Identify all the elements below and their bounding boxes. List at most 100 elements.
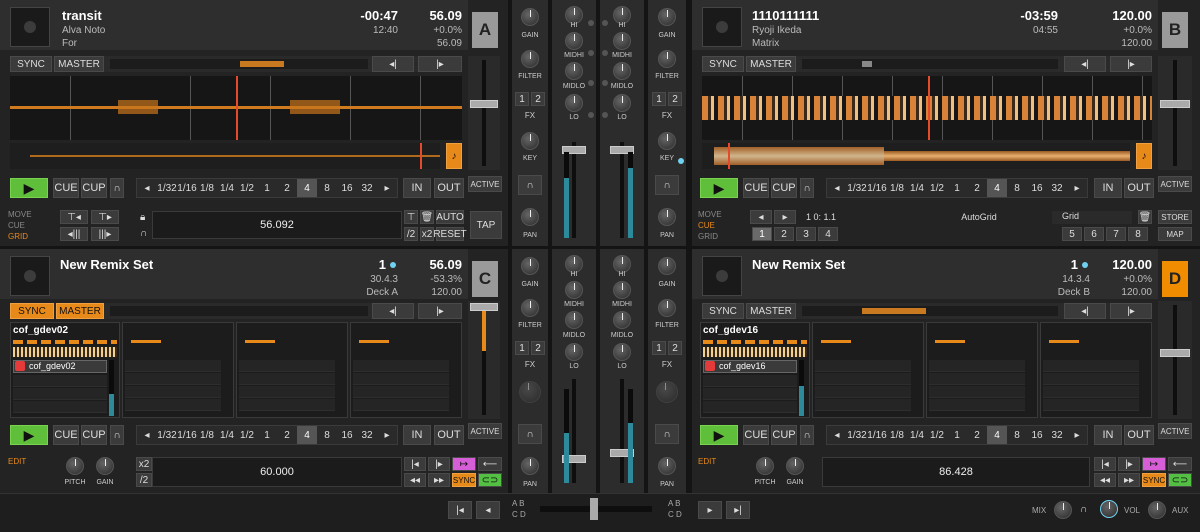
loop-size[interactable]: 32 — [1047, 179, 1067, 197]
pan-knob[interactable] — [521, 457, 539, 475]
fx-2-button[interactable]: 2 — [668, 341, 682, 355]
filter-knob[interactable] — [521, 299, 539, 317]
deck-c-grid-btn-3[interactable]: ◂◂ — [404, 473, 426, 487]
fx-1-button[interactable]: 1 — [652, 341, 666, 355]
deck-b-play-button[interactable]: ▶ — [700, 178, 738, 198]
deck-a-active-button[interactable]: ACTIVE — [468, 176, 502, 192]
deck-a-reset-button[interactable]: RESET — [433, 227, 467, 241]
deck-c-gain-knob[interactable] — [96, 457, 114, 475]
deck-a-auto-button[interactable]: AUTO — [436, 210, 464, 224]
deck-a-half-button[interactable]: /2 — [404, 227, 418, 241]
loop-size[interactable]: 1/4 — [907, 179, 927, 197]
deck-a-x2-button[interactable]: x2 — [420, 227, 434, 241]
loop-size[interactable]: 2 — [277, 426, 297, 444]
loop-size[interactable]: 1 — [257, 179, 277, 197]
loop-size[interactable]: 32 — [357, 179, 377, 197]
headphone-icon[interactable]: ∩ — [140, 228, 147, 239]
loop-size[interactable]: 2 — [277, 179, 297, 197]
loop-size[interactable]: 8 — [1007, 179, 1027, 197]
loop-back[interactable]: ◂ — [827, 179, 847, 197]
deck-c-slot-2[interactable] — [122, 322, 234, 418]
deck-c-grid-btn-4[interactable]: ▸▸ — [428, 473, 450, 487]
loop-size[interactable]: 4 — [987, 426, 1007, 444]
key-knob[interactable] — [519, 381, 541, 403]
deck-b-cue-button[interactable]: CUE — [743, 178, 769, 198]
deck-b-note-icon[interactable]: ♪ — [1136, 143, 1152, 169]
loop-size[interactable]: 16 — [1027, 426, 1047, 444]
loop-size[interactable]: 1/4 — [217, 179, 237, 197]
deck-d-edit-mode[interactable]: EDIT — [698, 456, 716, 467]
loop-fwd[interactable]: ▸ — [1067, 179, 1087, 197]
deck-d-slot-1[interactable]: cof_gdev16 cof_gdev16 — [700, 322, 810, 418]
deck-c-grid-btn-1[interactable]: |◂ — [404, 457, 426, 471]
aux-knob[interactable] — [1148, 501, 1166, 519]
deck-c-master-button[interactable]: MASTER — [56, 303, 104, 319]
loop-size[interactable]: 1 — [257, 426, 277, 444]
deck-b-out-button[interactable]: OUT — [1124, 178, 1154, 198]
deck-c-back-arrow[interactable]: ⟵ — [478, 457, 502, 471]
deck-a-platter[interactable] — [10, 7, 50, 47]
deck-d-cue-button[interactable]: CUE — [743, 425, 769, 445]
deck-c-slot-3[interactable] — [236, 322, 348, 418]
deck-a-grid-btn-4[interactable]: |||▸ — [91, 227, 119, 241]
midhi-knob[interactable] — [613, 281, 631, 299]
channel-d-fader[interactable] — [620, 379, 624, 483]
midlo-knob[interactable] — [613, 62, 631, 80]
fx-2-button[interactable]: 2 — [668, 92, 682, 106]
loop-size[interactable]: 4 — [297, 426, 317, 444]
deck-d-fader[interactable] — [1158, 301, 1192, 419]
pan-knob[interactable] — [658, 457, 676, 475]
deck-c-x2-button[interactable]: x2 — [136, 457, 152, 471]
loop-back[interactable]: ◂ — [137, 426, 157, 444]
loop-size[interactable]: 1/2 — [927, 179, 947, 197]
deck-b-grid-type[interactable]: Grid — [1052, 211, 1132, 224]
loop-size[interactable]: 2 — [967, 426, 987, 444]
midlo-knob[interactable] — [565, 311, 583, 329]
loop-back[interactable]: ◂ — [137, 179, 157, 197]
crossfader-assign-left[interactable]: A BC D — [512, 498, 526, 520]
loop-back[interactable]: ◂ — [827, 426, 847, 444]
loop-size[interactable]: 16 — [1027, 179, 1047, 197]
loop-icon[interactable]: ⊂⊃ — [478, 473, 502, 487]
deck-d-grid-btn-2[interactable]: |▸ — [1118, 457, 1140, 471]
deck-a-flux-button[interactable]: ∩ — [110, 178, 124, 198]
deck-b-cue-5[interactable]: 5 — [1062, 227, 1082, 241]
deck-c-platter[interactable] — [10, 256, 50, 296]
deck-d-active-button[interactable]: ACTIVE — [1158, 423, 1192, 439]
deck-a-waveform[interactable] — [10, 76, 462, 140]
deck-c-in-button[interactable]: IN — [403, 425, 431, 445]
deck-b-beatjump-back[interactable]: ◂| — [1064, 56, 1106, 72]
deck-b-cue-next[interactable]: ▸ — [774, 210, 796, 224]
deck-a-grid-btn-1[interactable]: ⊤◂ — [60, 210, 88, 224]
deck-d-cup-button[interactable]: CUP — [771, 425, 797, 445]
deck-b-mode-select[interactable]: MOVE CUE GRID — [698, 209, 722, 242]
deck-b-cue-3[interactable]: 3 — [796, 227, 816, 241]
loop-size[interactable]: 8 — [317, 426, 337, 444]
fx-2-button[interactable]: 2 — [531, 341, 545, 355]
vol-knob[interactable] — [1100, 500, 1118, 518]
deck-c-active-button[interactable]: ACTIVE — [468, 423, 502, 439]
deck-c-slot-1[interactable]: cof_gdev02 cof_gdev02 — [10, 322, 120, 418]
loop-size[interactable]: 1/32 — [157, 426, 177, 444]
deck-b-cup-button[interactable]: CUP — [771, 178, 797, 198]
loop-icon[interactable]: ⊂⊃ — [1168, 473, 1192, 487]
back-button[interactable]: ◂ — [476, 501, 500, 519]
deck-b-cue-prev[interactable]: ◂ — [750, 210, 772, 224]
midhi-knob[interactable] — [565, 32, 583, 50]
deck-a-in-button[interactable]: IN — [403, 178, 431, 198]
deck-d-slot-2[interactable] — [812, 322, 924, 418]
loop-size[interactable]: 16 — [337, 426, 357, 444]
loop-size[interactable]: 1/4 — [217, 426, 237, 444]
deck-d-gain-knob[interactable] — [786, 457, 804, 475]
deck-c-cue-button[interactable]: CUE — [53, 425, 79, 445]
filter-knob[interactable] — [658, 50, 676, 68]
deck-b-cue-2[interactable]: 2 — [774, 227, 794, 241]
deck-b-tempo-fader[interactable] — [1158, 56, 1192, 170]
deck-a-tempo-fader[interactable] — [468, 56, 500, 170]
loop-size[interactable]: 1/4 — [907, 426, 927, 444]
deck-d-sync-small[interactable]: SYNC — [1142, 473, 1166, 487]
forward-button[interactable]: ▸ — [698, 501, 722, 519]
gain-knob[interactable] — [658, 257, 676, 275]
midlo-knob[interactable] — [613, 311, 631, 329]
loop-size[interactable]: 1/2 — [237, 426, 257, 444]
